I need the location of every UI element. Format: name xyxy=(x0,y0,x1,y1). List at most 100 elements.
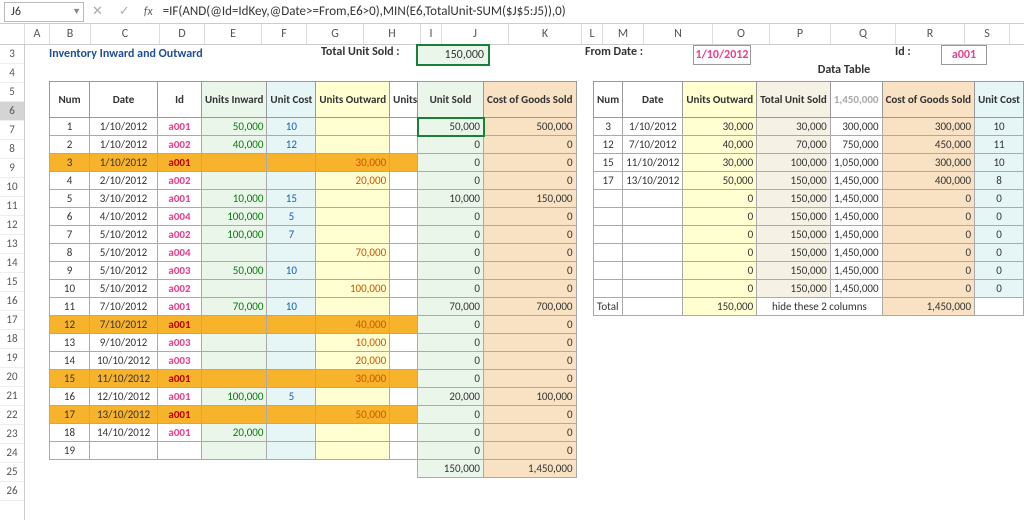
col-header[interactable]: C xyxy=(91,24,160,44)
row-number[interactable]: 10 xyxy=(0,178,24,197)
table-row[interactable]: 00 xyxy=(418,370,577,388)
table-row[interactable]: 1612/10/2012a001100,0005130,000 xyxy=(50,388,459,406)
name-box[interactable]: J6 ▼ xyxy=(4,2,84,22)
table-row[interactable]: 0150,0001,450,00000 xyxy=(594,226,1024,244)
table-row[interactable]: 0150,0001,450,00000 xyxy=(594,190,1024,208)
table-row[interactable]: 0150,0001,450,00000 xyxy=(594,244,1024,262)
table-row[interactable]: 00 xyxy=(418,226,577,244)
table-row[interactable]: 00 xyxy=(418,244,577,262)
table-row[interactable]: 21/10/2012a00240,0001240,000 xyxy=(50,136,459,154)
col-header[interactable]: A xyxy=(25,24,50,44)
table-row[interactable]: 1713/10/2012a00150,00080,000 xyxy=(50,406,459,424)
table-row[interactable]: 00 xyxy=(418,280,577,298)
accept-icon[interactable]: ✓ xyxy=(119,4,130,19)
col-header[interactable]: J xyxy=(442,24,509,44)
table-row[interactable]: 1410/10/2012a00320,00020,000 xyxy=(50,352,459,370)
row-number[interactable]: 17 xyxy=(0,311,24,330)
row-number[interactable]: 19 xyxy=(0,349,24,368)
row-number[interactable]: 26 xyxy=(0,482,24,501)
col-header[interactable]: R xyxy=(896,24,965,44)
table-row[interactable]: 127/10/2012a00140,00060,000 xyxy=(50,316,459,334)
table-row[interactable]: 70,000700,000 xyxy=(418,298,577,316)
chevron-down-icon[interactable]: ▼ xyxy=(72,6,81,17)
row-number[interactable]: 3 xyxy=(0,45,24,64)
row-number[interactable]: 18 xyxy=(0,330,24,349)
row-number[interactable]: 20 xyxy=(0,368,24,387)
row-number[interactable]: 21 xyxy=(0,387,24,406)
col-header[interactable]: E xyxy=(205,24,262,44)
col-header[interactable]: Q xyxy=(831,24,896,44)
col-header[interactable]: L xyxy=(582,24,603,44)
table-row[interactable]: 0150,0001,450,00000 xyxy=(594,280,1024,298)
table-row[interactable]: 117/10/2012a00170,00010100,000 xyxy=(50,298,459,316)
col-header[interactable]: O xyxy=(713,24,770,44)
table-row[interactable]: 31/10/2012a00130,00020,000 xyxy=(50,154,459,172)
col-header[interactable]: B xyxy=(50,24,91,44)
table-row[interactable]: 1814/10/2012a00120,000100,000 xyxy=(50,424,459,442)
row-number[interactable]: 24 xyxy=(0,444,24,463)
from-date-value[interactable]: 1/10/2012 xyxy=(693,45,751,65)
table-row[interactable]: 75/10/2012a002100,0007120,000 xyxy=(50,226,459,244)
table-row[interactable]: 00 xyxy=(418,316,577,334)
table-row[interactable]: 0150,0001,450,00000 xyxy=(594,262,1024,280)
row-number[interactable]: 6 xyxy=(0,102,24,121)
table-row[interactable]: 50,000500,000 xyxy=(418,118,577,136)
table-row[interactable]: 1511/10/201230,000100,0001,050,000300,00… xyxy=(594,154,1024,172)
row-number[interactable]: 11 xyxy=(0,197,24,216)
total-unit-sold-value[interactable]: 150,000 xyxy=(417,45,489,65)
table-row[interactable]: 0150,0001,450,00000 xyxy=(594,208,1024,226)
col-header[interactable]: S xyxy=(965,24,1010,44)
cancel-icon[interactable]: ✕ xyxy=(92,4,103,19)
col-header[interactable]: M xyxy=(603,24,644,44)
row-number[interactable]: 12 xyxy=(0,216,24,235)
row-number[interactable]: 8 xyxy=(0,140,24,159)
table-row[interactable]: 00 xyxy=(418,406,577,424)
table-row[interactable]: 127/10/201240,00070,000750,000450,00011 xyxy=(594,136,1024,154)
table-row[interactable]: 139/10/2012a00310,00040,000 xyxy=(50,334,459,352)
id-value[interactable]: a001 xyxy=(941,45,987,65)
row-number[interactable]: 16 xyxy=(0,292,24,311)
table-row[interactable]: 85/10/2012a00470,00030,000 xyxy=(50,244,459,262)
row-number[interactable]: 4 xyxy=(0,64,24,83)
table-row[interactable]: 64/10/2012a004100,0005100,000 xyxy=(50,208,459,226)
table-row[interactable]: 00 xyxy=(418,172,577,190)
table-row[interactable]: 20,000100,000 xyxy=(418,388,577,406)
table-row[interactable]: 1511/10/2012a00130,00030,000 xyxy=(50,370,459,388)
row-number[interactable]: 22 xyxy=(0,406,24,425)
col-header[interactable]: D xyxy=(160,24,205,44)
table-row[interactable]: 00 xyxy=(418,424,577,442)
table-row[interactable]: 105/10/2012a002100,00020,000 xyxy=(50,280,459,298)
table-row[interactable]: 00 xyxy=(418,154,577,172)
table-row[interactable]: 31/10/201230,00030,000300,000300,00010 xyxy=(594,118,1024,136)
col-header[interactable]: K xyxy=(509,24,582,44)
table-row[interactable]: 42/10/2012a00220,00020,000 xyxy=(50,172,459,190)
row-number[interactable]: 23 xyxy=(0,425,24,444)
cells-area[interactable]: Inventory Inward and Outward Total Unit … xyxy=(25,45,1024,520)
fx-icon[interactable]: fx xyxy=(144,5,153,19)
row-number[interactable]: 15 xyxy=(0,273,24,292)
table-row[interactable]: 00 xyxy=(418,334,577,352)
row-number[interactable]: 5 xyxy=(0,83,24,102)
table-row[interactable]: 00 xyxy=(418,352,577,370)
col-header[interactable]: N xyxy=(644,24,713,44)
table-row[interactable]: 95/10/2012a00350,0001050,000 xyxy=(50,262,459,280)
row-number[interactable]: 7 xyxy=(0,121,24,140)
row-number[interactable]: 9 xyxy=(0,159,24,178)
table-row[interactable]: 190 xyxy=(50,442,459,460)
table-row[interactable]: 11/10/2012a00150,0001050,000 xyxy=(50,118,459,136)
col-header[interactable]: G xyxy=(307,24,364,44)
table-row[interactable]: 00 xyxy=(418,442,577,460)
table-row[interactable]: 00 xyxy=(418,136,577,154)
table-row[interactable]: 10,000150,000 xyxy=(418,190,577,208)
row-number[interactable]: 13 xyxy=(0,235,24,254)
table-row[interactable]: 00 xyxy=(418,262,577,280)
table-row[interactable]: 00 xyxy=(418,208,577,226)
row-number[interactable]: 14 xyxy=(0,254,24,273)
table-row[interactable]: 53/10/2012a00110,0001530,000 xyxy=(50,190,459,208)
col-header[interactable]: H xyxy=(364,24,421,44)
col-header[interactable]: I xyxy=(421,24,442,44)
col-header[interactable]: F xyxy=(262,24,307,44)
row-number[interactable]: 25 xyxy=(0,463,24,482)
col-header[interactable]: P xyxy=(770,24,831,44)
table-row[interactable]: 1713/10/201250,000150,0001,450,000400,00… xyxy=(594,172,1024,190)
